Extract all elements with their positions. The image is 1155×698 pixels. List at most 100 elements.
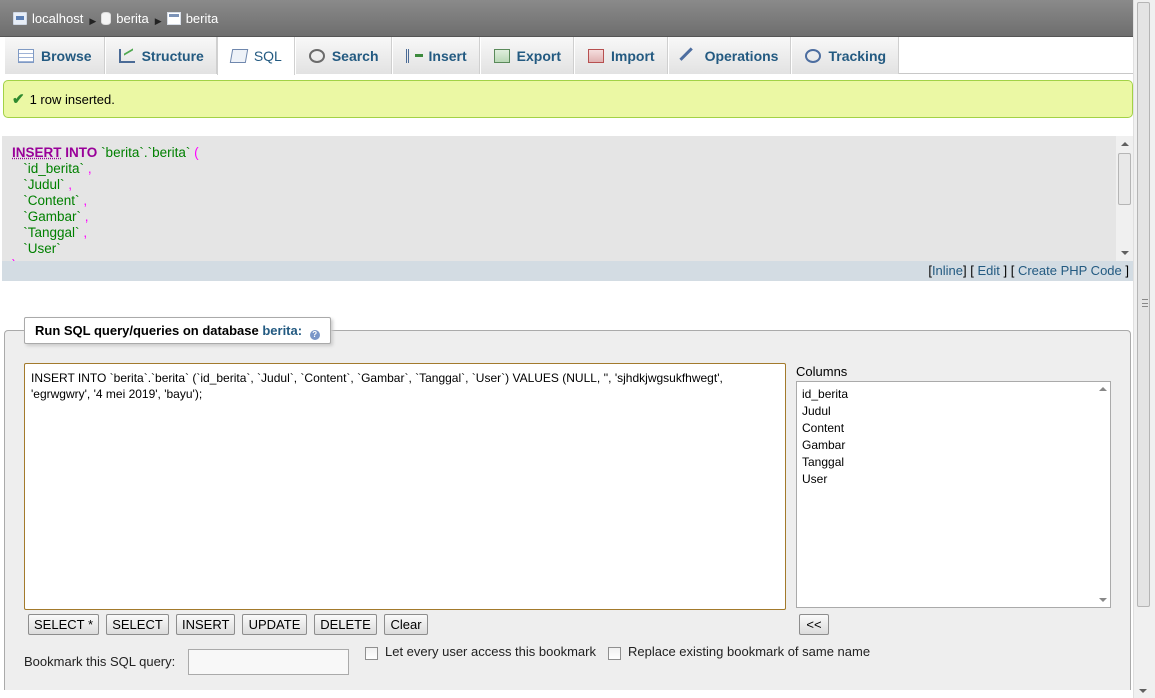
tab-structure[interactable]: Structure [104, 37, 217, 74]
scroll-down-icon[interactable] [1099, 598, 1107, 602]
success-message-text: 1 row inserted. [29, 91, 115, 107]
breadcrumb-table[interactable]: berita [166, 11, 219, 26]
tab-insert[interactable]: Insert [391, 37, 480, 74]
replace-bookmark-label: Replace existing bookmark of same name [628, 644, 871, 659]
sql-token: , [83, 225, 88, 240]
sql-token: INTO [65, 145, 98, 160]
bookmark-label: Bookmark this SQL query: [24, 654, 176, 669]
tab-browse[interactable]: Browse [4, 37, 105, 74]
column-option[interactable]: Gambar [802, 437, 1110, 454]
select-star-button[interactable]: SELECT * [28, 614, 99, 635]
sql-line: `User` [12, 241, 1133, 257]
breadcrumb-database[interactable]: berita [101, 11, 149, 26]
tab-label: Insert [428, 47, 467, 64]
breadcrumb-table-label[interactable]: berita [186, 11, 219, 26]
tab-import[interactable]: Import [574, 37, 668, 74]
edit-link[interactable]: Edit [977, 263, 999, 278]
share-bookmark-label: Let every user access this bookmark [385, 644, 596, 659]
sql-line: `Gambar` , [12, 209, 1133, 225]
sql-query-legend: Run SQL query/queries on database berita… [24, 317, 331, 344]
tab-export[interactable]: Export [479, 37, 574, 74]
sql-line: INSERT INTO `berita`.`berita` ( [12, 145, 1133, 161]
tab-label: Tracking [828, 47, 887, 64]
sql-token: `User` [23, 241, 61, 256]
sql-token: `id_berita` [23, 161, 85, 176]
update-button[interactable]: UPDATE [242, 614, 307, 635]
server-icon [13, 11, 27, 25]
scroll-down-icon[interactable] [1139, 689, 1147, 693]
insert-button[interactable]: INSERT [176, 614, 235, 635]
sql-token: `Content` [23, 193, 80, 208]
replace-bookmark-checkbox[interactable] [608, 647, 621, 660]
sql-token: `Gambar` [23, 209, 82, 224]
sql-token: , [68, 177, 73, 192]
checkmark-icon: ✔ [12, 91, 25, 108]
create-php-code-link[interactable]: Create PHP Code [1018, 263, 1122, 278]
sql-token: INSERT [12, 145, 62, 160]
sql-token: , [84, 209, 89, 224]
columns-list[interactable]: id_berita Judul Content Gambar Tanggal U… [796, 381, 1111, 608]
breadcrumb-server-label[interactable]: localhost [32, 11, 83, 26]
scroll-down-icon[interactable] [1121, 251, 1129, 255]
tab-label: Search [331, 47, 379, 64]
delete-button[interactable]: DELETE [314, 614, 377, 635]
legend-database-name: berita: [262, 323, 303, 338]
grip-icon [1142, 299, 1148, 307]
sql-query-textarea[interactable]: INSERT INTO `berita`.`berita` (`id_berit… [24, 363, 786, 610]
import-icon [588, 48, 604, 63]
sql-line: `Content` , [12, 193, 1133, 209]
sql-line: `Tanggal` , [12, 225, 1133, 241]
inline-edit-link[interactable]: Inline [932, 263, 963, 278]
tab-tracking[interactable]: Tracking [791, 37, 900, 74]
share-bookmark-checkbox[interactable] [365, 647, 378, 660]
tab-label: Import [611, 47, 655, 64]
column-option[interactable]: Content [802, 420, 1110, 437]
column-option[interactable]: User [802, 471, 1110, 488]
sql-query-lines: INSERT INTO `berita`.`berita` ( `id_beri… [12, 145, 1133, 261]
sql-query-display: INSERT INTO `berita`.`berita` ( `id_beri… [2, 136, 1133, 261]
breadcrumb: localhost ▶ berita ▶ berita [0, 0, 1133, 37]
tab-operations[interactable]: Operations [667, 37, 792, 74]
column-option[interactable]: Judul [802, 403, 1110, 420]
scroll-up-icon[interactable] [1121, 142, 1129, 146]
columns-label: Columns [796, 364, 848, 379]
select-button[interactable]: SELECT [106, 614, 169, 635]
columns-scrollbar[interactable] [1095, 382, 1110, 607]
bookmark-input[interactable] [188, 649, 349, 675]
browse-icon [18, 48, 34, 63]
scrollbar-thumb[interactable] [1118, 153, 1131, 205]
sql-line: `id_berita` , [12, 161, 1133, 177]
export-icon [493, 48, 510, 63]
help-icon[interactable]: ? [309, 330, 320, 340]
tab-label: Browse [41, 47, 92, 64]
insert-icon [405, 48, 423, 63]
page-scrollbar[interactable] [1133, 0, 1155, 698]
database-icon [101, 11, 112, 25]
column-option[interactable]: Tanggal [802, 454, 1110, 471]
clear-button[interactable]: Clear [384, 614, 428, 635]
sql-action-links: [Inline] [ Edit ] [ Create PHP Code ] [2, 261, 1133, 281]
tab-bar: Browse Structure SQL Search Insert Expor… [4, 37, 1133, 75]
breadcrumb-separator-icon: ▶ [89, 15, 97, 26]
scrollbar-thumb[interactable] [1137, 2, 1150, 607]
tab-label: Structure [141, 47, 204, 64]
sql-line: `Judul` , [12, 177, 1133, 193]
sql-token: `berita` [101, 145, 144, 160]
scroll-up-icon[interactable] [1099, 387, 1107, 391]
insert-column-button[interactable]: << [799, 614, 829, 635]
column-option[interactable]: id_berita [802, 386, 1110, 403]
sql-display-scrollbar[interactable] [1116, 136, 1133, 261]
sql-token: ( [194, 145, 199, 160]
structure-icon [118, 48, 135, 63]
breadcrumb-server[interactable]: localhost [13, 11, 83, 26]
sql-token: `berita` [147, 145, 191, 160]
tab-search[interactable]: Search [294, 37, 392, 74]
sql-token: `Judul` [23, 177, 65, 192]
breadcrumb-database-label[interactable]: berita [116, 11, 149, 26]
search-icon [308, 48, 325, 63]
tab-sql[interactable]: SQL [216, 37, 295, 75]
